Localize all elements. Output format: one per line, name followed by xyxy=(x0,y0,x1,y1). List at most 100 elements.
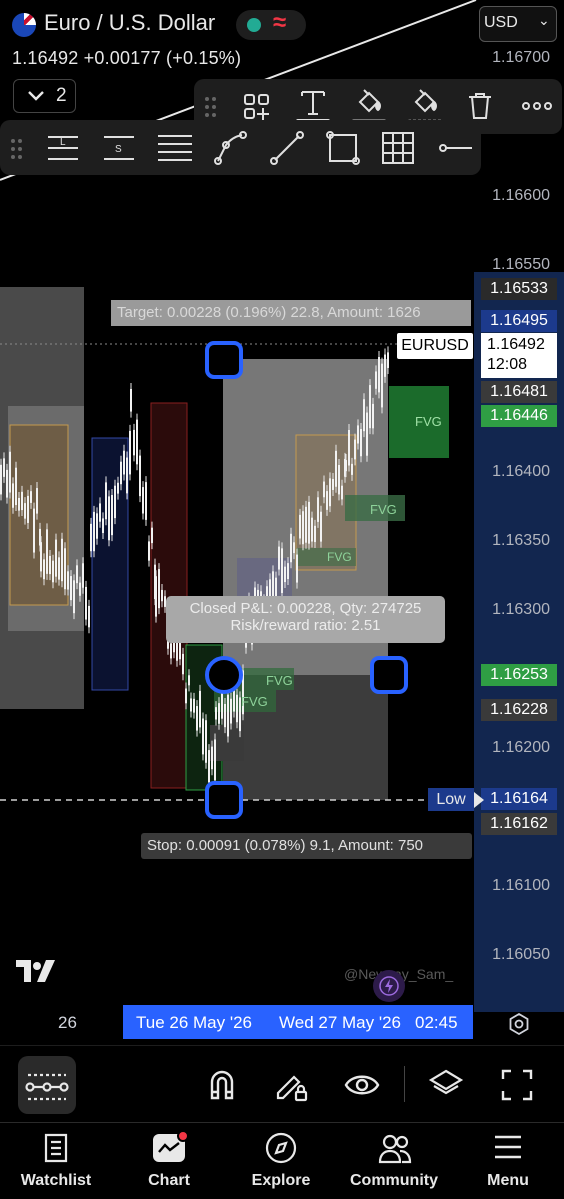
candle-body xyxy=(133,429,135,456)
nav-label: Watchlist xyxy=(20,1172,92,1189)
candle-body xyxy=(202,718,204,755)
candle-body xyxy=(360,429,362,457)
candle-body xyxy=(148,541,150,561)
candle-body xyxy=(114,485,116,519)
svg-text:S: S xyxy=(115,144,122,155)
candle-body xyxy=(287,563,289,580)
long-position-icon[interactable]: L xyxy=(46,131,80,165)
candle-body xyxy=(21,491,23,511)
symbol-title[interactable]: Euro / U.S. Dollar xyxy=(44,10,215,36)
drag-handle-icon[interactable] xyxy=(10,138,24,160)
trend-line-icon[interactable] xyxy=(270,131,304,165)
candle-body xyxy=(73,580,75,614)
candle-body xyxy=(185,688,187,704)
chart-line-icon xyxy=(158,1142,180,1153)
nav-explore[interactable]: Explore xyxy=(231,1128,331,1194)
rectangle-icon[interactable] xyxy=(326,131,360,165)
candle-body xyxy=(30,491,32,503)
candle-body xyxy=(82,563,84,588)
candle-body xyxy=(96,513,98,539)
candle-body xyxy=(311,517,313,542)
layers-icon[interactable] xyxy=(428,1068,464,1102)
candle-body xyxy=(317,497,319,522)
fvg-label: FVG xyxy=(370,502,397,517)
candle-body xyxy=(345,460,347,472)
current-price-badge: 1.16492 12:08 xyxy=(481,333,557,378)
candle-body xyxy=(136,419,138,465)
candle-body xyxy=(208,750,210,783)
candle-body xyxy=(193,698,195,713)
price-badge: 1.16446 xyxy=(481,405,557,427)
time-axis-label: 26 xyxy=(58,1013,77,1032)
nav-community[interactable]: Community xyxy=(344,1128,444,1194)
candle-body xyxy=(338,465,340,495)
magnet-icon[interactable] xyxy=(206,1068,238,1102)
fvg-label: FVG xyxy=(327,550,352,564)
candle-body xyxy=(24,503,26,519)
candle-body xyxy=(218,703,220,724)
grid-icon[interactable] xyxy=(381,131,415,165)
nav-menu[interactable]: Menu xyxy=(458,1128,558,1194)
candle-body xyxy=(381,363,383,408)
drag-handle-icon[interactable] xyxy=(204,96,218,118)
trash-icon[interactable] xyxy=(463,89,497,123)
candle-body xyxy=(6,469,8,498)
horizontal-ray-icon[interactable] xyxy=(438,131,472,165)
candle-body xyxy=(158,569,160,609)
candle-body xyxy=(302,511,304,545)
range-time: 02:45 xyxy=(415,1013,458,1032)
price-badge: 1.16533 xyxy=(481,278,557,300)
candle-body xyxy=(308,501,310,544)
candle-body xyxy=(40,542,42,572)
nav-watchlist[interactable]: Watchlist xyxy=(6,1128,106,1194)
candle-body xyxy=(351,463,353,475)
candle-body xyxy=(15,467,17,506)
drawing-tools-icon xyxy=(25,1073,69,1101)
watchlist-icon xyxy=(44,1133,68,1163)
lock-pencil-icon[interactable] xyxy=(274,1067,310,1103)
background-color-icon[interactable] xyxy=(408,86,442,120)
chevron-down-icon xyxy=(28,91,44,101)
fill-color-icon[interactable] xyxy=(352,86,386,120)
candle-body xyxy=(117,482,119,494)
candle-body xyxy=(130,388,132,412)
candle-body xyxy=(227,694,229,737)
text-icon[interactable] xyxy=(296,86,330,120)
eye-icon[interactable] xyxy=(344,1070,380,1100)
lines-icon[interactable] xyxy=(158,131,192,165)
candle-body xyxy=(0,464,2,495)
candle-body xyxy=(224,703,226,728)
fvg-label: FVG xyxy=(266,673,293,688)
current-price: 1.16492 xyxy=(487,336,545,353)
settings-gear-icon[interactable] xyxy=(507,1012,531,1036)
short-position-icon[interactable]: S xyxy=(102,131,136,165)
candle-body xyxy=(46,529,48,574)
candle-body xyxy=(215,707,217,720)
price-axis-label: 1.16700 xyxy=(492,49,550,66)
candle-body xyxy=(55,539,57,577)
candle-body xyxy=(290,533,292,563)
indicators-count: 2 xyxy=(56,85,67,106)
add-object-icon[interactable] xyxy=(240,90,274,124)
candle-body xyxy=(272,571,274,597)
price-badge: 1.16228 xyxy=(481,699,557,721)
candle-body xyxy=(161,589,163,602)
range-start: Tue 26 May '26 xyxy=(136,1013,253,1032)
candle-body xyxy=(188,675,190,686)
candle-body xyxy=(9,451,11,493)
candle-body xyxy=(49,555,51,575)
candle-body xyxy=(12,483,14,508)
price-axis-label: 1.16300 xyxy=(492,601,550,618)
pnl-line: Closed P&L: 0.00228, Qty: 274725 xyxy=(189,600,422,617)
candle-body xyxy=(320,511,322,542)
candle-body xyxy=(323,481,325,498)
path-icon[interactable] xyxy=(214,131,248,165)
more-icon[interactable] xyxy=(520,89,554,123)
nav-chart[interactable]: Chart xyxy=(119,1128,219,1194)
fullscreen-icon[interactable] xyxy=(500,1068,534,1102)
price-axis-label: 1.16200 xyxy=(492,739,550,756)
candle-body xyxy=(335,450,337,487)
currency-value: USD xyxy=(484,14,518,31)
candle-body xyxy=(214,739,216,781)
candle-body xyxy=(33,508,35,553)
